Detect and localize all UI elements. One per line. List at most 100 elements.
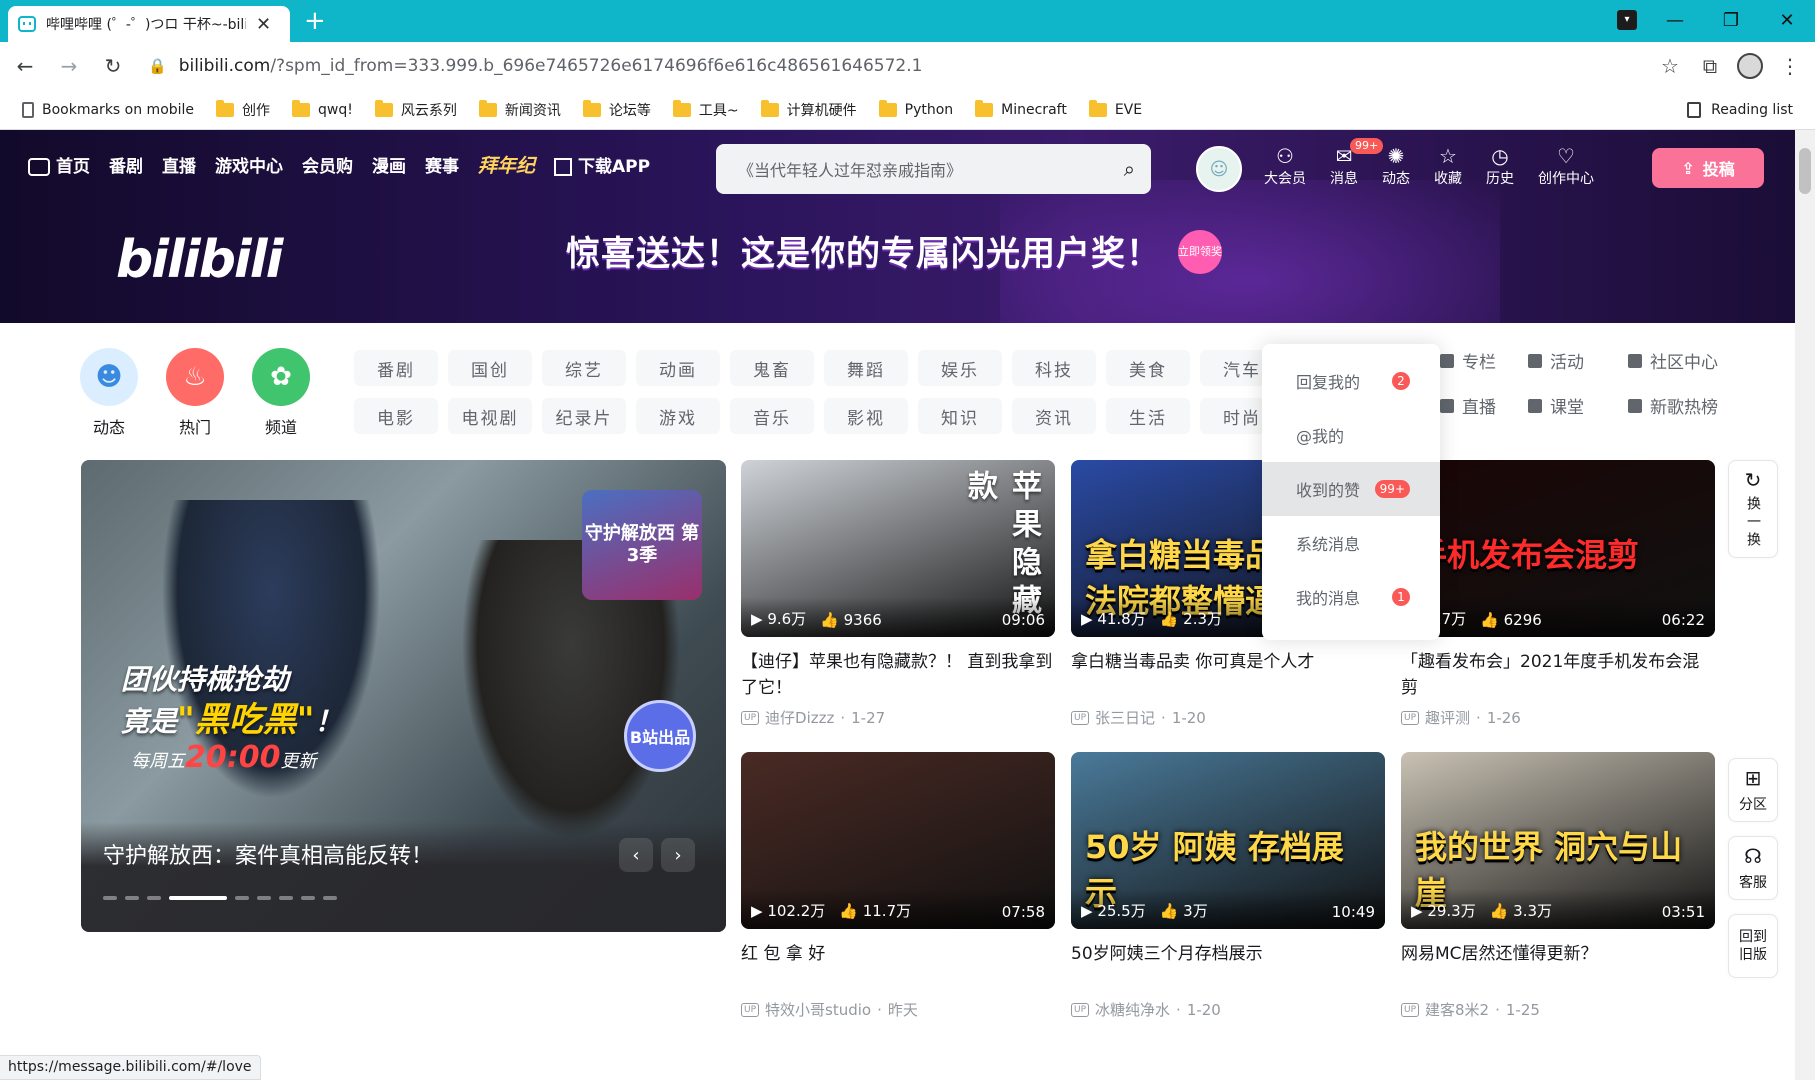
bookmark-mobile[interactable]: Bookmarks on mobile [22, 101, 194, 118]
bookmark-folder[interactable]: 计算机硬件 [760, 99, 857, 120]
message-menu-item[interactable]: 收到的赞 99+ [1262, 462, 1440, 516]
category-tag[interactable]: 音乐 [730, 398, 814, 434]
nav-special[interactable]: 拜年纪 [478, 151, 535, 178]
bookmark-folder[interactable]: 创作 [216, 99, 270, 120]
upload-button[interactable]: ⇪ 投稿 [1652, 148, 1764, 188]
nav-item[interactable]: 漫画 [372, 152, 406, 177]
back-icon[interactable]: ← [6, 47, 44, 85]
category-tag[interactable]: 游戏 [636, 398, 720, 434]
message-menu-item[interactable]: 我的消息 1 [1262, 570, 1440, 624]
video-thumbnail[interactable]: 苹果隐藏款 苹果隐藏款 ▶ 9.6万 👍 9366 09:06 [741, 460, 1055, 637]
featured-carousel[interactable]: 团伙持械抢劫 竟是"黑吃黑"！ 每周五20:00更新 守护解放西 第3季 B站出… [81, 460, 726, 932]
nav-item[interactable]: 番剧 [109, 152, 143, 177]
browser-tab[interactable]: 哔哩哔哩 (゜-゜)つロ 干杯~-bilibili ✕ [8, 6, 290, 42]
window-close-icon[interactable]: ✕ [1759, 0, 1815, 40]
video-title[interactable]: 【迪仔】苹果也有隐藏款？！ 直到我拿到了它！ [741, 649, 1055, 701]
nav-item[interactable]: 游戏中心 [215, 152, 283, 177]
category-tag[interactable]: 纪录片 [542, 398, 626, 434]
category-tag[interactable]: 资讯 [1012, 398, 1096, 434]
video-thumbnail[interactable]: ▶ 102.2万 👍 11.7万 07:58 [741, 752, 1055, 929]
video-title[interactable]: 网易MC居然还懂得更新？ [1401, 941, 1715, 993]
channel-dynamic[interactable]: ☻ 动态 [80, 348, 138, 438]
search-input[interactable]: 《当代年轻人过年怼亲戚指南》 [738, 157, 1124, 181]
nav-dynamic[interactable]: ✺ 动态 [1382, 144, 1410, 188]
category-tag[interactable]: 电视剧 [448, 398, 532, 434]
video-card[interactable]: 苹果隐藏款 苹果隐藏款 ▶ 9.6万 👍 9366 09:06 【迪仔】苹果也有… [741, 460, 1055, 728]
nav-creator[interactable]: ♡ 创作中心 [1538, 144, 1594, 188]
carousel-dot[interactable] [147, 896, 161, 900]
video-card[interactable]: ▶ 102.2万 👍 11.7万 07:58 红 包 拿 好 UP 特效小哥st… [741, 752, 1055, 1020]
link-community[interactable]: 社区中心 [1628, 348, 1738, 373]
category-tag[interactable]: 鬼畜 [730, 350, 814, 386]
category-tag[interactable]: 国创 [448, 350, 532, 386]
video-author[interactable]: 趣评测 [1425, 707, 1470, 728]
channel-hot[interactable]: ♨ 热门 [166, 348, 224, 438]
bookmark-folder[interactable]: 风云系列 [374, 99, 457, 120]
video-author[interactable]: 冰糖纯净水 [1095, 999, 1170, 1020]
service-button[interactable]: ☊ 客服 [1728, 836, 1778, 900]
refresh-button[interactable]: ↻ 换一换 [1728, 460, 1778, 558]
bilibili-logo[interactable]: bilibili [116, 230, 283, 290]
zone-button[interactable]: ⊞ 分区 [1728, 758, 1778, 822]
video-thumbnail[interactable]: 50岁 阿姨 存档展示 50岁 阿姨 存档展示 ▶ 25.5万 👍 3万 10:… [1071, 752, 1385, 929]
bookmark-folder[interactable]: 工具~ [672, 99, 739, 120]
promo-badge[interactable]: 立即领奖 [1178, 230, 1222, 274]
message-menu-item[interactable]: @我的 [1262, 408, 1440, 462]
forward-icon[interactable]: → [50, 47, 88, 85]
category-tag[interactable]: 生活 [1106, 398, 1190, 434]
video-author[interactable]: 张三日记 [1095, 707, 1155, 728]
bookmark-folder[interactable]: 论坛等 [582, 99, 651, 120]
carousel-caption[interactable]: 守护解放西：案件真相高能反转！ [103, 838, 433, 870]
bookmark-folder[interactable]: Python [878, 99, 953, 118]
nav-item[interactable]: 直播 [162, 152, 196, 177]
video-card[interactable]: 手机发布会混剪 手机发布会混剪 ▶ 4.7万 👍 6296 06:22 「趣看发… [1401, 460, 1715, 728]
message-menu-item[interactable]: 回复我的 2 [1262, 354, 1440, 408]
new-tab-button[interactable]: + [304, 6, 326, 36]
nav-favorites[interactable]: ☆ 收藏 [1434, 144, 1462, 188]
nav-item[interactable]: 会员购 [302, 152, 353, 177]
close-tab-icon[interactable]: ✕ [256, 14, 271, 35]
bookmark-folder[interactable]: qwq! [292, 99, 353, 118]
category-tag[interactable]: 娱乐 [918, 350, 1002, 386]
category-tag[interactable]: 科技 [1012, 350, 1096, 386]
lock-icon[interactable]: 🔒 [148, 57, 167, 75]
category-tag[interactable]: 电影 [354, 398, 438, 434]
nav-home[interactable]: 首页 [28, 152, 90, 177]
video-thumbnail[interactable]: 手机发布会混剪 手机发布会混剪 ▶ 4.7万 👍 6296 06:22 [1401, 460, 1715, 637]
carousel-dot[interactable] [279, 896, 293, 900]
category-tag[interactable]: 番剧 [354, 350, 438, 386]
category-tag[interactable]: 知识 [918, 398, 1002, 434]
video-title[interactable]: 红 包 拿 好 [741, 941, 1055, 993]
user-avatar[interactable]: ☺ [1196, 146, 1242, 192]
carousel-dot[interactable] [125, 896, 139, 900]
message-menu-item[interactable]: 系统消息 [1262, 516, 1440, 570]
maximize-icon[interactable]: ❐ [1703, 0, 1759, 40]
address-bar[interactable]: 🔒 bilibili.com/?spm_id_from=333.999.b_69… [148, 46, 1678, 86]
video-card[interactable]: 50岁 阿姨 存档展示 50岁 阿姨 存档展示 ▶ 25.5万 👍 3万 10:… [1071, 752, 1385, 1020]
video-card[interactable]: 我的世界 洞穴与山崖 我的世界 洞穴与山崖 ▶ 29.3万 👍 3.3万 03:… [1401, 752, 1715, 1020]
nav-item[interactable]: 赛事 [425, 152, 459, 177]
carousel-dot[interactable] [323, 896, 337, 900]
bookmark-folder[interactable]: EVE [1088, 99, 1142, 118]
tab-search-icon[interactable]: ▾ [1617, 10, 1637, 30]
nav-vip[interactable]: ⚇ 大会员 [1264, 144, 1306, 188]
video-author[interactable]: 特效小哥studio [765, 999, 871, 1020]
link-activity[interactable]: 活动 [1528, 348, 1620, 373]
video-author[interactable]: 建客8米2 [1425, 999, 1489, 1020]
category-tag[interactable]: 影视 [824, 398, 908, 434]
nav-download[interactable]: 下载APP [554, 152, 650, 177]
minimize-icon[interactable]: — [1647, 0, 1703, 40]
page-scrollbar[interactable] [1795, 130, 1815, 1080]
carousel-prev-icon[interactable]: ‹ [619, 838, 653, 872]
bookmark-folder[interactable]: Minecraft [975, 99, 1067, 118]
scrollbar-thumb[interactable] [1799, 148, 1811, 194]
carousel-dot[interactable] [169, 896, 227, 900]
video-title[interactable]: 50岁阿姨三个月存档展示 [1071, 941, 1385, 993]
link-live[interactable]: 直播 [1440, 393, 1520, 418]
reading-list[interactable]: Reading list [1687, 101, 1793, 118]
reload-icon[interactable]: ↻ [94, 47, 132, 85]
promo-text[interactable]: 惊喜送达！这是你的专属闪光用户奖！ [566, 226, 1161, 275]
category-tag[interactable]: 美食 [1106, 350, 1190, 386]
nav-history[interactable]: ◷ 历史 [1486, 144, 1514, 188]
video-thumbnail[interactable]: 我的世界 洞穴与山崖 我的世界 洞穴与山崖 ▶ 29.3万 👍 3.3万 03:… [1401, 752, 1715, 929]
